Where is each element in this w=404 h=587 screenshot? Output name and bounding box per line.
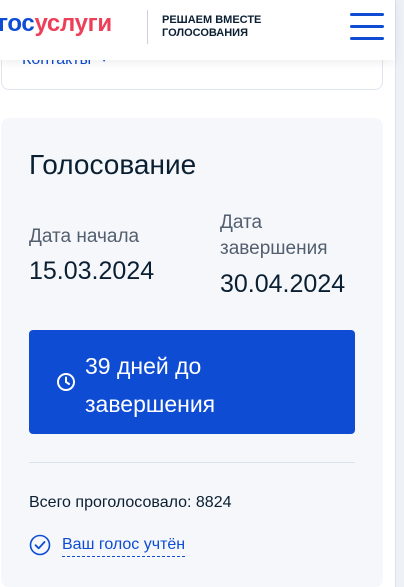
section-divider (29, 462, 355, 463)
voting-card: Голосование Дата начала 15.03.2024 Дата … (1, 118, 383, 587)
check-circle-icon (29, 534, 51, 556)
header-divider (147, 10, 148, 44)
countdown-text: 39 дней до завершения (85, 353, 216, 417)
start-date-value: 15.03.2024 (29, 257, 155, 285)
end-date-value: 30.04.2024 (220, 270, 346, 298)
logo-part-gos: гос (0, 10, 35, 37)
vote-counted-link[interactable]: Ваш голос учтён (62, 534, 186, 557)
countdown-button[interactable]: 39 дней до завершения (29, 330, 355, 434)
logo-part-uslugi: услуги (34, 10, 112, 37)
page-scrollbar[interactable] (395, 0, 404, 587)
start-date-label: Дата начала (29, 226, 140, 247)
voting-title: Голосование (29, 149, 197, 180)
site-header: госуслуги Решаем вместе голосования (0, 0, 395, 60)
clock-icon (57, 373, 75, 391)
total-votes: Всего проголосовало: 8824 (29, 494, 232, 511)
header-tagline: Решаем вместе голосования (162, 14, 262, 39)
burger-menu-icon[interactable] (350, 13, 384, 40)
gosuslugi-logo[interactable]: госуслуги (0, 10, 112, 38)
end-date-label: Дата завершения (220, 212, 328, 259)
